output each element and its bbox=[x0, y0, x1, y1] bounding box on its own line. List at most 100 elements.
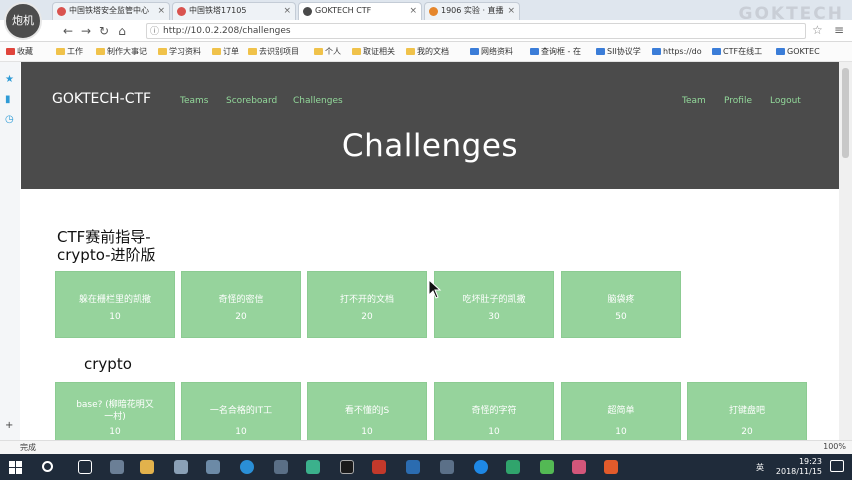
bookmark-item[interactable]: https://do bbox=[652, 45, 702, 59]
bookmark-item[interactable]: 去识别项目 bbox=[248, 45, 299, 59]
task-view-icon[interactable] bbox=[78, 460, 92, 474]
challenge-card[interactable]: 脑袋疼 50 bbox=[561, 271, 681, 338]
windows-start-icon[interactable] bbox=[9, 461, 22, 474]
link-icon bbox=[776, 48, 785, 55]
bookmark-item[interactable]: 取证相关 bbox=[352, 45, 395, 59]
browser-tab[interactable]: 中国铁塔17105 × bbox=[172, 2, 296, 20]
ime-indicator[interactable]: 英 bbox=[756, 462, 764, 473]
challenge-name: 奇怪的密信 bbox=[218, 295, 264, 305]
app-icon[interactable] bbox=[506, 460, 520, 474]
app-icon[interactable] bbox=[372, 460, 386, 474]
nav-logout[interactable]: Logout bbox=[770, 96, 801, 106]
ctf-header: GOKTECH-CTF Teams Scoreboard Challenges … bbox=[21, 62, 839, 189]
folder-icon bbox=[406, 48, 415, 55]
browser-tab[interactable]: 中国铁塔安全监管中心 × bbox=[52, 2, 170, 20]
bookmark-item[interactable]: 我的文档 bbox=[406, 45, 449, 59]
favicon-icon bbox=[429, 7, 438, 16]
browser-tab[interactable]: 1906 实验 · 直播 × bbox=[424, 2, 520, 20]
folder-icon bbox=[314, 48, 323, 55]
app-icon[interactable] bbox=[572, 460, 586, 474]
challenge-points: 10 bbox=[488, 427, 500, 437]
challenge-points: 10 bbox=[361, 427, 373, 437]
home-icon[interactable]: ⌂ bbox=[114, 23, 130, 39]
close-icon[interactable]: × bbox=[409, 3, 417, 19]
challenge-card[interactable]: 吃坏肚子的凯撒 30 bbox=[434, 271, 554, 338]
nav-profile[interactable]: Profile bbox=[724, 96, 752, 106]
bookmark-item[interactable]: 收藏 bbox=[6, 45, 33, 59]
link-icon bbox=[596, 48, 605, 55]
reading-list-icon[interactable]: ▮ bbox=[5, 94, 11, 105]
nav-team[interactable]: Team bbox=[682, 96, 706, 106]
app-icon[interactable] bbox=[604, 460, 618, 474]
browser-statusbar: 完成 100% bbox=[0, 440, 852, 454]
word-icon[interactable] bbox=[406, 460, 420, 474]
app-icon[interactable] bbox=[274, 460, 288, 474]
history-icon[interactable]: ◷ bbox=[5, 114, 14, 125]
challenge-card[interactable]: base? (柳暗花明又一村) 10 bbox=[55, 382, 175, 449]
bookmarks-bar: 收藏 工作 制作大事记 学习资料 订单 去识别项目 个人 取证相关 我的文档 网… bbox=[0, 42, 852, 62]
scrollbar-thumb[interactable] bbox=[842, 68, 849, 158]
page-scrollbar[interactable] bbox=[839, 62, 852, 440]
reload-icon[interactable]: ↻ bbox=[96, 23, 112, 39]
nav-scoreboard[interactable]: Scoreboard bbox=[226, 96, 277, 106]
challenge-card[interactable]: 看不懂的JS 10 bbox=[307, 382, 427, 449]
app-icon[interactable] bbox=[174, 460, 188, 474]
file-explorer-icon[interactable] bbox=[140, 460, 154, 474]
bookmark-star-icon[interactable]: ☆ bbox=[812, 23, 823, 37]
close-icon[interactable]: × bbox=[157, 3, 165, 19]
menu-icon[interactable]: ≡ bbox=[834, 23, 844, 37]
bookmark-item[interactable]: 网络资料 bbox=[470, 45, 513, 59]
nav-challenges[interactable]: Challenges bbox=[293, 96, 343, 106]
challenge-name: 奇怪的字符 bbox=[471, 406, 517, 416]
bookmark-item[interactable]: 查询框 - 在 bbox=[530, 45, 581, 59]
bookmark-item[interactable]: 个人 bbox=[314, 45, 341, 59]
bookmark-item[interactable]: 订单 bbox=[212, 45, 239, 59]
back-icon[interactable]: ← bbox=[60, 23, 76, 39]
notification-icon[interactable] bbox=[830, 460, 844, 472]
avatar[interactable]: 炮机 bbox=[4, 2, 42, 40]
terminal-icon[interactable] bbox=[340, 460, 354, 474]
wechat-icon[interactable] bbox=[540, 460, 554, 474]
ie-icon[interactable] bbox=[474, 460, 488, 474]
favicon-icon bbox=[177, 7, 186, 16]
site-brand[interactable]: GOKTECH-CTF bbox=[52, 91, 151, 107]
category-title: CTF赛前指导- crypto-进阶版 bbox=[57, 228, 156, 264]
challenge-card[interactable]: 打不开的文档 20 bbox=[307, 271, 427, 338]
windows-taskbar: 英 19:23 2018/11/15 bbox=[0, 454, 852, 480]
add-icon[interactable]: + bbox=[5, 420, 13, 431]
bookmark-item[interactable]: SII协议学 bbox=[596, 45, 641, 59]
close-icon[interactable]: × bbox=[507, 3, 515, 19]
challenge-card[interactable]: 一名合格的IT工 10 bbox=[181, 382, 301, 449]
link-icon bbox=[712, 48, 721, 55]
bookmark-item[interactable]: CTF在线工 bbox=[712, 45, 762, 59]
folder-icon bbox=[248, 48, 257, 55]
challenge-card[interactable]: 超简单 10 bbox=[561, 382, 681, 449]
app-icon[interactable] bbox=[440, 460, 454, 474]
challenge-card[interactable]: 奇怪的密信 20 bbox=[181, 271, 301, 338]
link-icon bbox=[470, 48, 479, 55]
page-info-icon[interactable]: ⓘ bbox=[150, 25, 159, 39]
close-icon[interactable]: × bbox=[283, 3, 291, 19]
bookmark-item[interactable]: 制作大事记 bbox=[96, 45, 147, 59]
challenge-name: 躲在栅栏里的凯撒 bbox=[78, 295, 151, 305]
favorites-icon[interactable]: ★ bbox=[5, 74, 14, 85]
challenge-card[interactable]: 打键盘吧 20 bbox=[687, 382, 807, 449]
forward-icon[interactable]: → bbox=[78, 23, 94, 39]
challenge-card[interactable]: 奇怪的字符 10 bbox=[434, 382, 554, 449]
browser-tab-active[interactable]: GOKTECH CTF × bbox=[298, 2, 422, 20]
bookmark-item[interactable]: 学习资料 bbox=[158, 45, 201, 59]
tab-title: 中国铁塔安全监管中心 bbox=[69, 6, 149, 15]
system-clock[interactable]: 19:23 2018/11/15 bbox=[776, 457, 822, 477]
app-icon[interactable] bbox=[110, 460, 124, 474]
bookmark-item[interactable]: GOKTEC bbox=[776, 45, 820, 59]
bookmark-item[interactable]: 工作 bbox=[56, 45, 83, 59]
url-input[interactable]: ⓘ http://10.0.2.208/challenges bbox=[146, 23, 806, 39]
app-icon[interactable] bbox=[206, 460, 220, 474]
tab-strip: 中国铁塔安全监管中心 × 中国铁塔17105 × GOKTECH CTF × 1… bbox=[0, 0, 852, 24]
zoom-level[interactable]: 100% bbox=[823, 442, 846, 451]
app-icon[interactable] bbox=[306, 460, 320, 474]
browser-icon[interactable] bbox=[240, 460, 254, 474]
search-icon[interactable] bbox=[42, 461, 53, 472]
challenge-card[interactable]: 躲在栅栏里的凯撒 10 bbox=[55, 271, 175, 338]
nav-teams[interactable]: Teams bbox=[180, 96, 208, 106]
